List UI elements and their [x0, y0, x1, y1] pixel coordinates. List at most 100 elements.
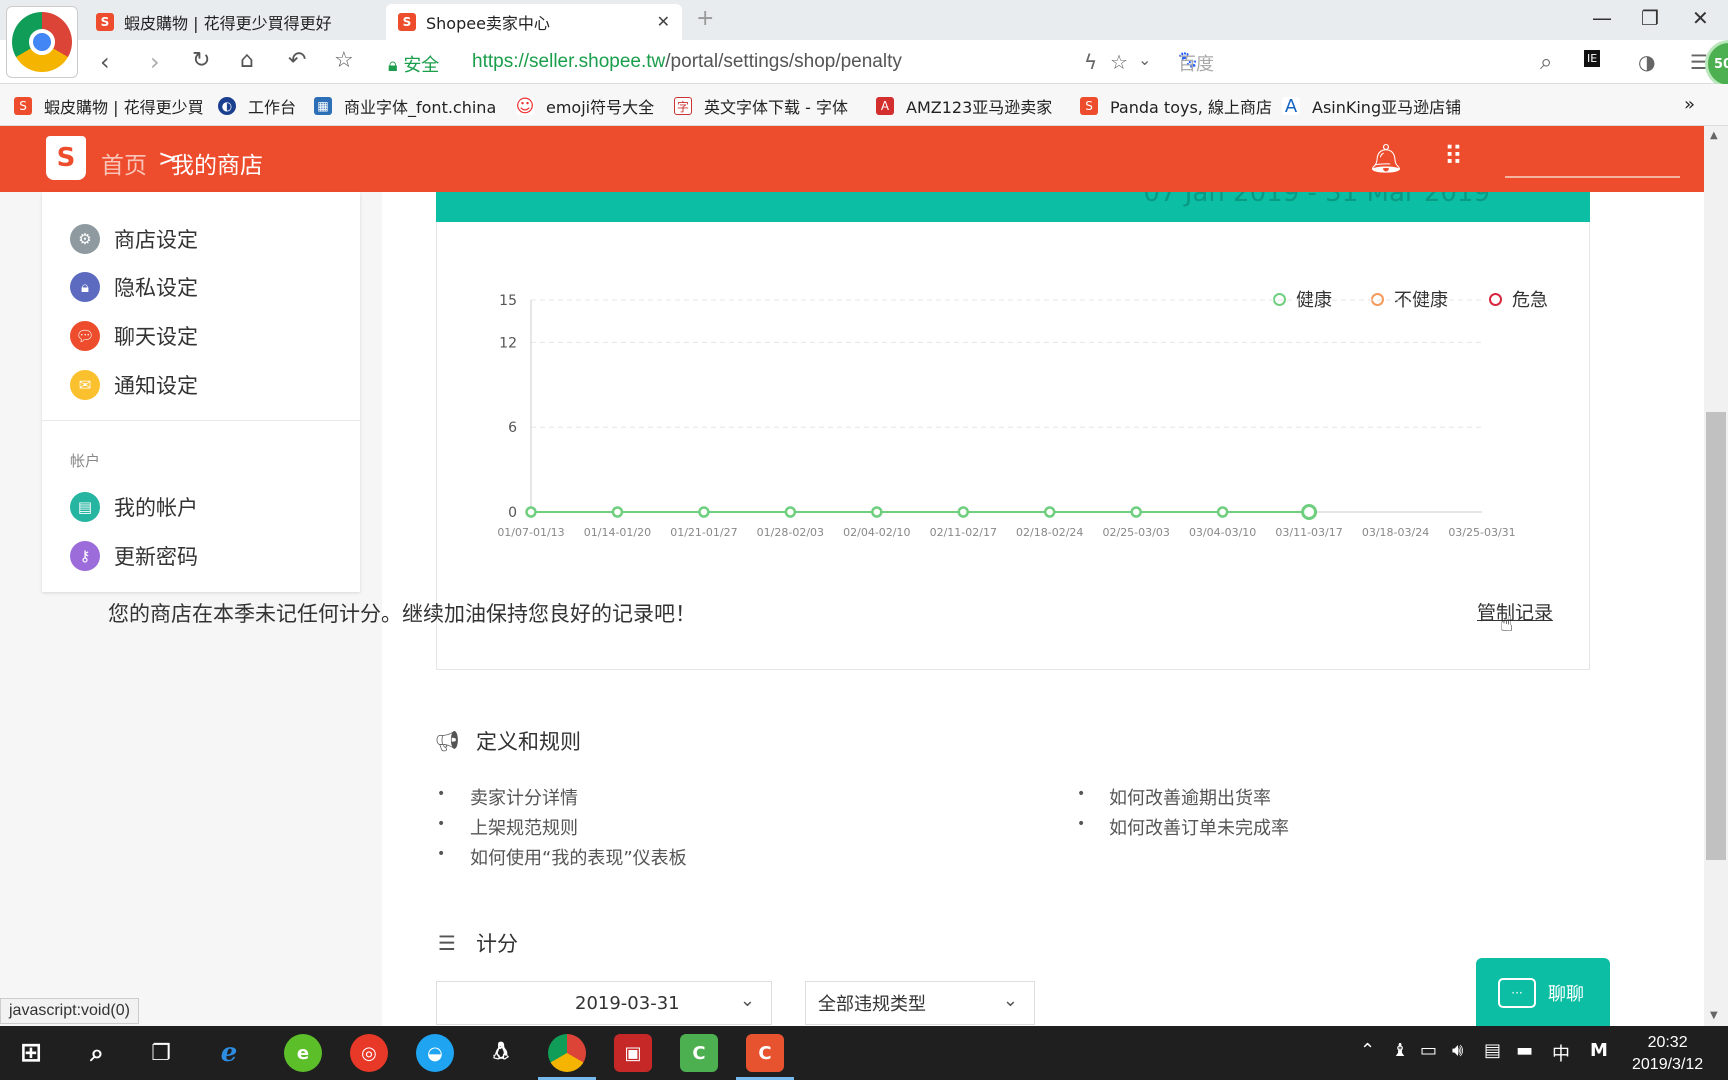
sidebar-item-change-password[interactable]: ⚷ 更新密码: [70, 539, 198, 573]
sidebar-item-chat-settings[interactable]: 💬︎ 聊天设定: [70, 319, 198, 353]
ime-mode-indicator[interactable]: M: [1590, 1040, 1608, 1061]
sidebar-item-shop-settings[interactable]: ⚙ 商店设定: [70, 222, 198, 256]
bookmark-favicon: A: [1282, 96, 1300, 117]
extension-icon[interactable]: IE: [1584, 50, 1601, 67]
x-tick-label: 03/25-03/31: [1448, 526, 1515, 539]
star-icon[interactable]: ☆: [334, 48, 354, 73]
search-engine-label[interactable]: 百度: [1178, 50, 1214, 76]
x-tick-label: 01/14-01/20: [584, 526, 651, 539]
network-icon[interactable]: ▤: [1484, 1040, 1501, 1061]
chevron-down-icon[interactable]: ⌄: [1138, 50, 1151, 69]
hand-cursor-icon: ☝: [1500, 612, 1514, 637]
sidebar-item-privacy-settings[interactable]: 🔒︎ 隐私设定: [70, 270, 198, 304]
bookmark-star-icon[interactable]: ☆: [1110, 50, 1128, 74]
shopee-favicon: S: [398, 13, 416, 31]
tab-seller-center[interactable]: S Shopee卖家中心 ✕: [386, 4, 682, 40]
back-icon[interactable]: ‹: [100, 48, 110, 76]
x-tick-label: 02/04-02/10: [843, 526, 910, 539]
scroll-down-icon[interactable]: ▼: [1710, 1010, 1718, 1021]
ime-indicator[interactable]: 中: [1552, 1040, 1570, 1066]
sidebar-item-notification-settings[interactable]: ✉ 通知设定: [70, 368, 198, 402]
rule-link-non-fulfilment[interactable]: 如何改善订单未完成率: [1109, 814, 1289, 840]
shopee-logo[interactable]: S: [46, 136, 86, 180]
chat-button[interactable]: ··· 聊聊: [1476, 958, 1610, 1028]
browser-360-icon[interactable]: e: [284, 1034, 322, 1072]
tray-app-icon[interactable]: ♝: [1392, 1040, 1408, 1061]
window-close-icon[interactable]: ✕: [1692, 6, 1709, 30]
rule-link-late-shipment[interactable]: 如何改善逾期出货率: [1109, 784, 1271, 810]
key-icon: ⚷: [70, 541, 100, 571]
bookmarks-bar: S 蝦皮購物 | 花得更少買 ◐ 工作台 ▦ 商业字体_font.china ☺ emo…: [0, 84, 1728, 126]
home-icon[interactable]: ⌂: [240, 48, 254, 73]
bookmark-item[interactable]: ◐ 工作台: [218, 94, 296, 118]
violation-type-select[interactable]: 全部违规类型 ⌄: [805, 981, 1035, 1025]
period-banner: 07 Jan 2019 - 31 Mar 2019: [436, 192, 1590, 222]
bookmark-item[interactable]: S 蝦皮購物 | 花得更少買: [14, 94, 204, 118]
restore-icon[interactable]: ❐: [1641, 6, 1659, 30]
qq-icon[interactable]: 🐧︎: [482, 1034, 520, 1072]
user-menu[interactable]: [1505, 176, 1680, 178]
windows-start-icon[interactable]: ⊞: [12, 1034, 50, 1072]
bookmark-favicon: A: [876, 97, 894, 115]
undo-icon[interactable]: ↶: [288, 48, 306, 73]
scroll-up-icon[interactable]: ▲: [1710, 130, 1718, 141]
x-tick-label: 03/11-03/17: [1275, 526, 1342, 539]
sidebar: ⚙ 商店设定 🔒︎ 隐私设定 💬︎ 聊天设定 ✉ 通知设定 帐户 ▤ 我的帐户 …: [42, 192, 360, 592]
scroll-thumb[interactable]: [1706, 412, 1726, 860]
bookmark-item[interactable]: 字英文字体下载 - 字体: [674, 94, 848, 118]
netease-music-icon[interactable]: ◎: [350, 1034, 388, 1072]
tab-shopee-shop[interactable]: S 蝦皮購物 | 花得更少買得更好: [84, 4, 384, 40]
qq-browser-icon[interactable]: ◒: [416, 1034, 454, 1072]
url-input[interactable]: https://seller.shopee.tw/portal/settings…: [472, 51, 902, 73]
lightning-icon[interactable]: ϟ: [1084, 50, 1097, 74]
breadcrumb-current: 我的商店: [171, 153, 263, 179]
task-view-icon[interactable]: ❐: [142, 1034, 180, 1072]
extension-2-icon[interactable]: ◑: [1638, 50, 1655, 74]
date-range-select[interactable]: 2019-03-31 ⌄: [436, 981, 772, 1025]
data-point: [784, 506, 797, 518]
bullet: •: [437, 786, 446, 802]
notification-icon[interactable]: ▬: [1516, 1040, 1533, 1061]
sidebar-item-my-account[interactable]: ▤ 我的帐户: [70, 490, 198, 524]
app-red-icon[interactable]: ▣: [614, 1034, 652, 1072]
recorder-icon[interactable]: C: [736, 1034, 794, 1080]
x-tick-label: 02/18-02/24: [1016, 526, 1083, 539]
bookmark-item[interactable]: S Panda toys, 線上商店: [1080, 94, 1272, 118]
rule-link-seller-points[interactable]: 卖家计分详情: [470, 784, 578, 810]
chrome-taskbar-icon[interactable]: [538, 1034, 596, 1080]
search-icon[interactable]: ⌕: [1540, 50, 1552, 75]
bookmark-favicon: ◐: [218, 97, 236, 115]
seller-header: S 首页 > 我的商店 🔔︎ ⠿: [0, 126, 1704, 192]
ie-browser-icon[interactable]: ℯ: [210, 1034, 248, 1072]
volume-icon[interactable]: 🔊︎: [1452, 1040, 1463, 1061]
apps-grid-icon[interactable]: ⠿: [1444, 142, 1463, 172]
bookmark-item[interactable]: ▦ 商业字体_font.china: [314, 94, 496, 118]
shopee-favicon: S: [96, 13, 114, 31]
gear-icon: ⚙: [70, 224, 100, 254]
bookmark-item[interactable]: ☺ emoji符号大全: [516, 94, 655, 118]
bell-icon[interactable]: 🔔︎: [1368, 142, 1404, 175]
search-icon[interactable]: ⌕: [78, 1034, 116, 1072]
reload-icon[interactable]: ↻: [192, 48, 210, 73]
tray-expand-icon[interactable]: ⌃: [1360, 1040, 1375, 1061]
forward-icon[interactable]: ›: [150, 48, 160, 76]
bookmark-item[interactable]: A AsinKing亚马逊店铺: [1282, 94, 1461, 118]
chevron-down-icon: ⌄: [1002, 990, 1018, 1011]
new-tab-icon[interactable]: +: [696, 6, 714, 31]
close-icon[interactable]: ✕: [657, 12, 670, 31]
system-clock[interactable]: 20:32 2019/3/12: [1632, 1032, 1703, 1076]
data-point: [1043, 506, 1056, 518]
browser-logo[interactable]: [6, 6, 78, 78]
rule-link-performance-dashboard[interactable]: 如何使用“我的表现”仪表板: [470, 844, 687, 870]
camtasia-icon[interactable]: C: [680, 1034, 718, 1072]
records-link[interactable]: 管制记录: [1477, 598, 1553, 625]
bookmarks-overflow-icon[interactable]: »: [1684, 94, 1695, 115]
minimize-icon[interactable]: —: [1592, 6, 1612, 30]
page-scrollbar[interactable]: ▲ ▼: [1704, 126, 1728, 1026]
breadcrumb-home[interactable]: 首页: [101, 146, 147, 180]
bookmark-item[interactable]: A AMZ123亚马逊卖家: [876, 94, 1052, 118]
lock-icon: 🔒︎: [388, 55, 398, 76]
rule-link-listing-rules[interactable]: 上架规范规则: [470, 814, 578, 840]
secure-indicator[interactable]: 🔒︎ 安全: [388, 51, 439, 77]
battery-icon[interactable]: ▭: [1420, 1040, 1437, 1061]
